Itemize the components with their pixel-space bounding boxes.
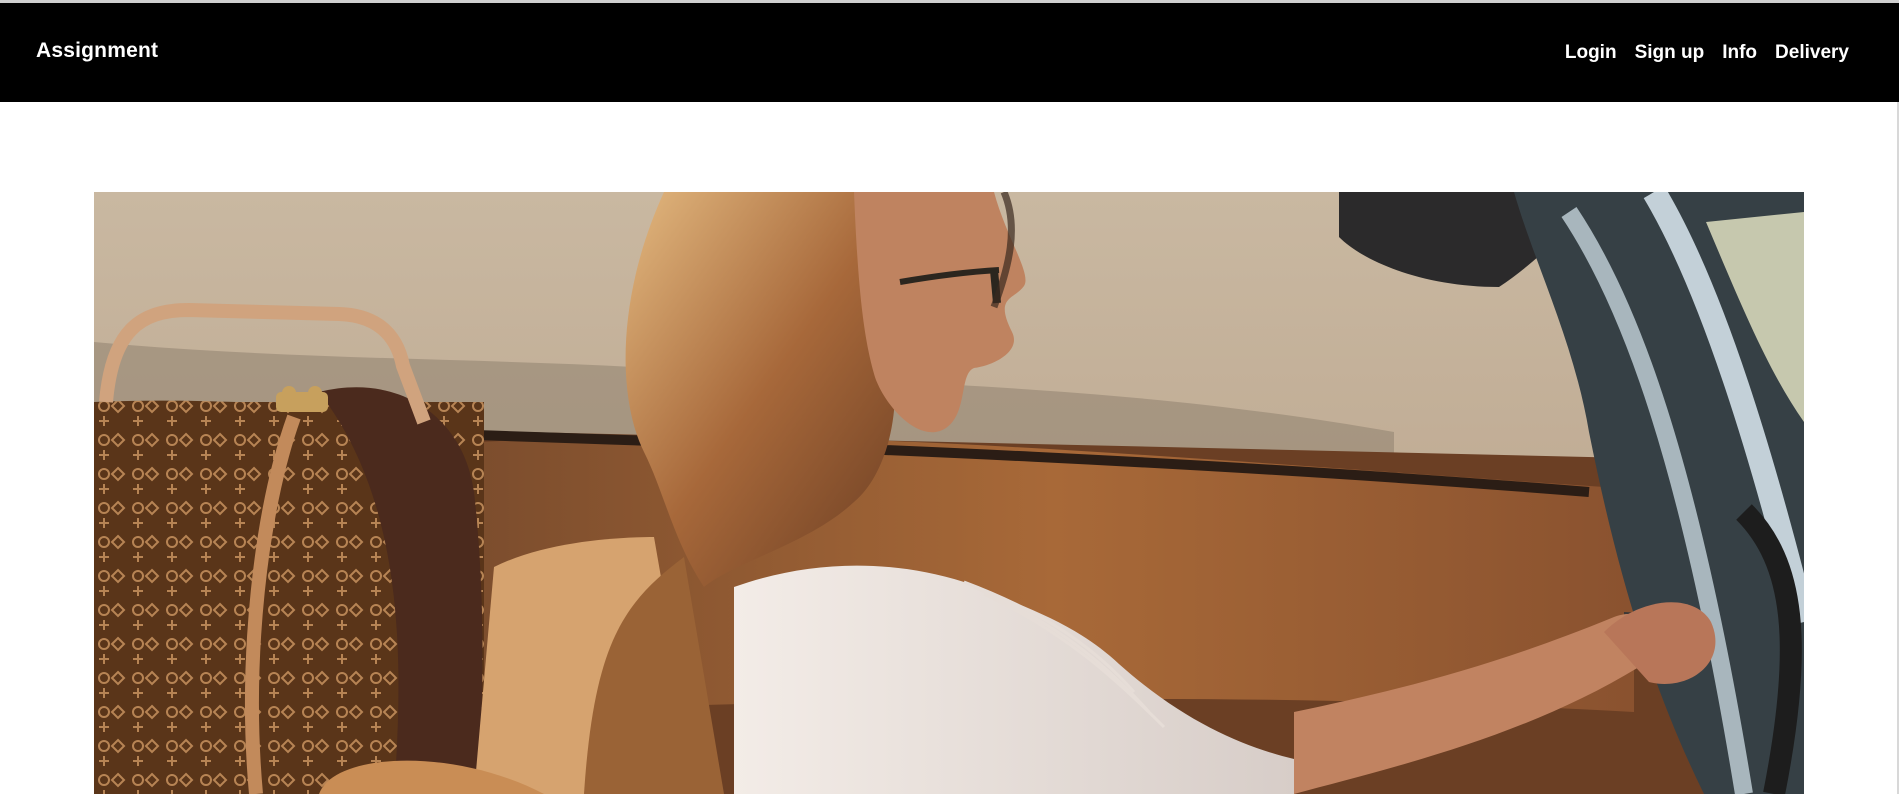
top-navbar: Assignment Login Sign up Info Delivery [0,0,1899,102]
nav-info-link[interactable]: Info [1722,42,1757,64]
nav-delivery-link[interactable]: Delivery [1775,42,1849,64]
hero-image [94,192,1804,794]
nav-signup-link[interactable]: Sign up [1635,42,1705,64]
page: Assignment Login Sign up Info Delivery [0,0,1899,794]
nav-login-link[interactable]: Login [1565,42,1617,64]
hero-photo-illustration [94,192,1804,794]
brand-link[interactable]: Assignment [36,39,158,63]
main-nav: Login Sign up Info Delivery [1565,42,1849,64]
